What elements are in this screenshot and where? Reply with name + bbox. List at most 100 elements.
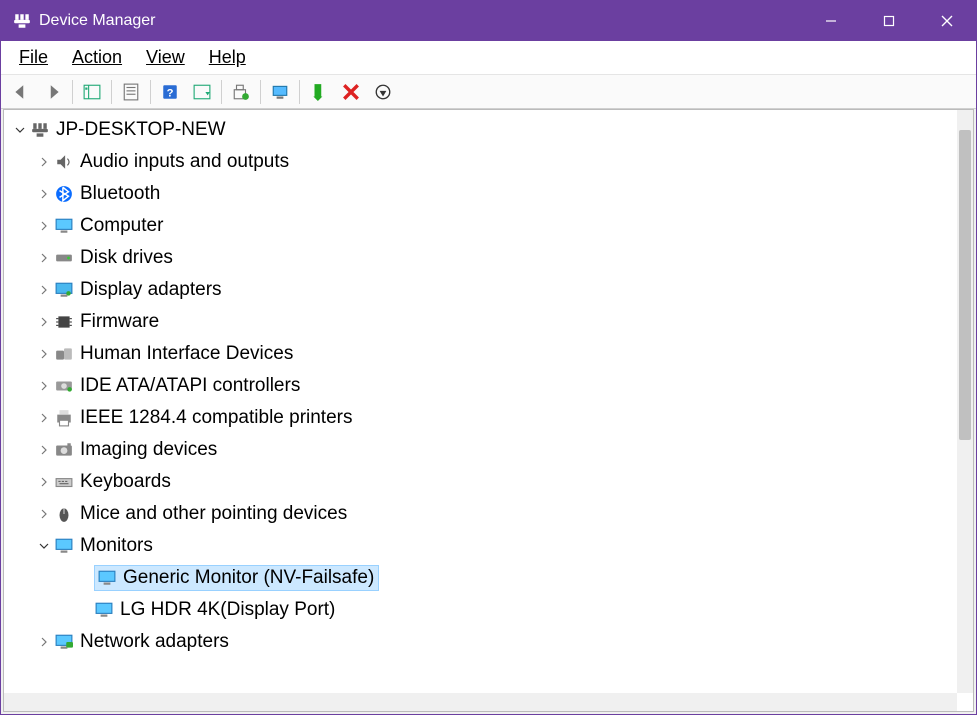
enable-device-button[interactable] [304,78,334,106]
tree-category-node[interactable]: Keyboards [4,466,973,498]
chevron-spacer [76,570,92,586]
chevron-right-icon[interactable] [36,250,52,266]
back-button[interactable] [6,78,36,106]
printer-icon [54,408,74,428]
svg-text:?: ? [167,87,174,99]
vertical-scrollbar[interactable] [957,110,973,693]
chevron-right-icon[interactable] [36,410,52,426]
chevron-right-icon[interactable] [36,186,52,202]
chevron-down-icon[interactable] [36,538,52,554]
uninstall-device-button[interactable] [336,78,366,106]
tree-category-node[interactable]: Audio inputs and outputs [4,146,973,178]
chevron-right-icon[interactable] [36,218,52,234]
tree-category-node[interactable]: IDE ATA/ATAPI controllers [4,370,973,402]
tree-category-node[interactable]: IEEE 1284.4 compatible printers [4,402,973,434]
toolbar-separator [221,80,222,104]
monitor-icon [97,568,117,588]
chevron-down-icon[interactable] [12,122,28,138]
toolbar-separator [260,80,261,104]
tree-category-node[interactable]: Mice and other pointing devices [4,498,973,530]
tree-category-node[interactable]: Display adapters [4,274,973,306]
add-legacy-hardware-button[interactable] [368,78,398,106]
tree-category-node[interactable]: Human Interface Devices [4,338,973,370]
computer-icon [30,120,50,140]
tree-category-node[interactable]: Disk drives [4,242,973,274]
tree-node-label: Generic Monitor (NV-Failsafe) [123,567,374,589]
tree-device-node[interactable]: LG HDR 4K(Display Port) [4,594,973,626]
tree-node-label: Network adapters [80,631,229,653]
show-hide-tree-button[interactable] [77,78,107,106]
chevron-right-icon[interactable] [36,506,52,522]
tree-node-label: Monitors [80,535,153,557]
tree-category-node[interactable]: Network adapters [4,626,973,658]
hid-icon [54,344,74,364]
monitor-icon [94,600,114,620]
chevron-spacer [76,602,92,618]
toolbar-separator [150,80,151,104]
properties-button[interactable] [116,78,146,106]
tree-node-label: Human Interface Devices [80,343,293,365]
title-bar: Device Manager [1,1,976,41]
tree-category-node[interactable]: Bluetooth [4,178,973,210]
tree-node-label: JP-DESKTOP-NEW [56,119,226,141]
chevron-right-icon[interactable] [36,378,52,394]
tree-node-label: Mice and other pointing devices [80,503,347,525]
monitor-icon [54,536,74,556]
tree-node-label: Firmware [80,311,159,333]
chevron-right-icon[interactable] [36,314,52,330]
action-list-button[interactable] [187,78,217,106]
tree-category-node[interactable]: Imaging devices [4,434,973,466]
tree-node-label: Audio inputs and outputs [80,151,289,173]
tree-root-node[interactable]: JP-DESKTOP-NEW [4,114,973,146]
menu-help[interactable]: Help [197,43,258,72]
menu-view[interactable]: View [134,43,197,72]
speaker-icon [54,152,74,172]
tree-node-label: IEEE 1284.4 compatible printers [80,407,353,429]
menu-bar: File Action View Help [1,41,976,75]
tree-node-label: Computer [80,215,163,237]
disk-icon [54,248,74,268]
tree-node-label: LG HDR 4K(Display Port) [120,599,335,621]
horizontal-scrollbar[interactable] [4,693,957,711]
help-button[interactable]: ? [155,78,185,106]
tree-device-node[interactable]: Generic Monitor (NV-Failsafe) [4,562,973,594]
maximize-button[interactable] [860,1,918,41]
tree-node-label: Disk drives [80,247,173,269]
toolbar-separator [111,80,112,104]
minimize-button[interactable] [802,1,860,41]
tree-node-label: Imaging devices [80,439,217,461]
forward-button[interactable] [38,78,68,106]
menu-action[interactable]: Action [60,43,134,72]
ide-icon [54,376,74,396]
tree-category-node[interactable]: Computer [4,210,973,242]
device-tree-panel: JP-DESKTOP-NEW Audio inputs and outputs … [3,109,974,712]
monitor-icon [54,216,74,236]
display-icon [54,280,74,300]
close-button[interactable] [918,1,976,41]
keyboard-icon [54,472,74,492]
chevron-right-icon[interactable] [36,634,52,650]
menu-file[interactable]: File [7,43,60,72]
window-title: Device Manager [39,12,802,30]
mouse-icon [54,504,74,524]
tree-node-label: Bluetooth [80,183,160,205]
camera-icon [54,440,74,460]
chevron-right-icon[interactable] [36,346,52,362]
chevron-right-icon[interactable] [36,282,52,298]
tree-category-node[interactable]: Firmware [4,306,973,338]
chevron-right-icon[interactable] [36,442,52,458]
tree-category-node[interactable]: Monitors [4,530,973,562]
update-driver-button[interactable] [226,78,256,106]
chip-icon [54,312,74,332]
device-tree[interactable]: JP-DESKTOP-NEW Audio inputs and outputs … [4,110,973,711]
chevron-right-icon[interactable] [36,154,52,170]
app-icon [13,12,31,30]
tree-node-label: IDE ATA/ATAPI controllers [80,375,300,397]
network-icon [54,632,74,652]
scrollbar-thumb[interactable] [959,130,971,440]
toolbar-separator [72,80,73,104]
toolbar-separator [299,80,300,104]
bluetooth-icon [54,184,74,204]
chevron-right-icon[interactable] [36,474,52,490]
scan-hardware-button[interactable] [265,78,295,106]
